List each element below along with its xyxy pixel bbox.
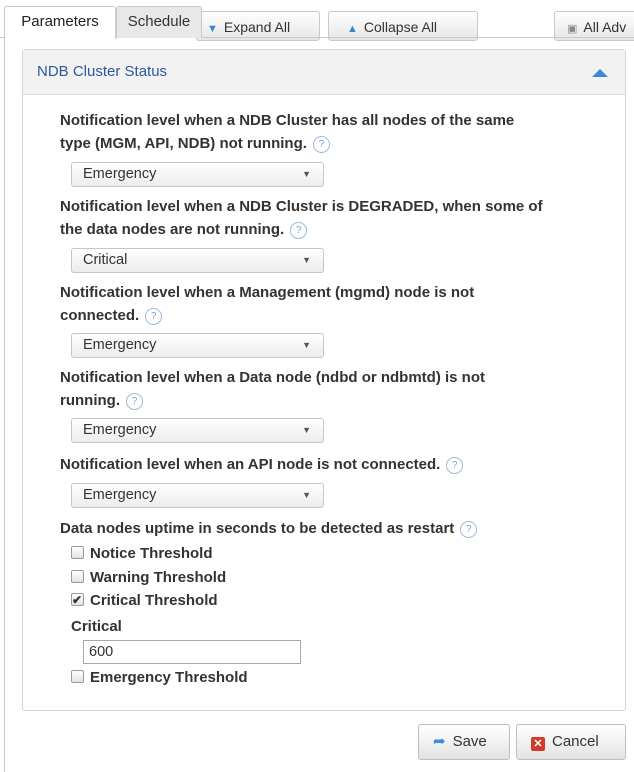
help-icon[interactable]: ? <box>312 135 330 153</box>
field-label-data-node: Notification level when a Data node (ndb… <box>60 369 486 410</box>
cancel-button[interactable]: ✕ Cancel <box>516 724 626 760</box>
help-icon[interactable]: ? <box>460 520 478 538</box>
tab-parameters[interactable]: Parameters <box>4 6 116 39</box>
expand-icon: ▼ <box>207 23 218 35</box>
collapse-all-icon: ▲ <box>347 23 358 35</box>
field-label-mgmd: Notification level when a Management (mg… <box>60 284 475 325</box>
help-icon[interactable]: ? <box>126 392 143 410</box>
chevron-down-icon: ▼ <box>302 340 311 350</box>
field-label-degraded: Notification level when a NDB Cluster is… <box>60 198 543 239</box>
emergency-threshold-checkbox[interactable] <box>71 670 84 683</box>
notice-threshold-checkbox[interactable] <box>71 546 84 559</box>
critical-value-input[interactable]: 600 <box>83 640 301 664</box>
notification-level-select-api-node[interactable]: Emergency ▼ <box>71 483 324 508</box>
lock-icon: ▣ <box>567 23 578 35</box>
chevron-down-icon: ▼ <box>302 169 311 179</box>
notification-level-select-data-node[interactable]: Emergency ▼ <box>71 418 324 443</box>
chevron-down-icon: ▼ <box>302 255 311 265</box>
notification-level-select-degraded[interactable]: Critical ▼ <box>71 248 324 273</box>
panel-title: NDB Cluster Status <box>37 63 168 80</box>
notification-level-select-mgmd[interactable]: Emergency ▼ <box>71 333 324 358</box>
save-icon: ➦ <box>433 733 446 750</box>
help-icon[interactable]: ? <box>446 456 464 474</box>
chevron-up-icon[interactable] <box>592 69 608 77</box>
field-label-all-nodes: Notification level when a NDB Cluster ha… <box>60 112 515 153</box>
chevron-down-icon: ▼ <box>302 425 311 435</box>
notification-level-select-all-nodes[interactable]: Emergency ▼ <box>71 162 324 187</box>
tab-schedule[interactable]: Schedule <box>116 6 202 38</box>
close-icon: ✕ <box>531 737 545 751</box>
help-icon[interactable]: ? <box>290 221 308 239</box>
uptime-label: Data nodes uptime in seconds to be detec… <box>60 517 600 540</box>
warning-threshold-option[interactable]: Warning Threshold <box>71 568 226 588</box>
critical-threshold-option[interactable]: Critical Threshold <box>71 590 218 611</box>
chevron-down-icon: ▼ <box>302 490 311 500</box>
emergency-threshold-option[interactable]: Emergency Threshold <box>71 668 248 688</box>
save-button[interactable]: ➦ Save <box>418 724 510 760</box>
panel-header[interactable]: NDB Cluster Status <box>23 50 625 95</box>
critical-value-label: Critical <box>71 618 122 635</box>
warning-threshold-checkbox[interactable] <box>71 570 84 583</box>
critical-threshold-checkbox[interactable] <box>71 590 84 610</box>
content-border <box>4 38 5 772</box>
notice-threshold-option[interactable]: Notice Threshold <box>71 544 213 564</box>
help-icon[interactable]: ? <box>145 307 163 325</box>
field-label-api-node: Notification level when an API node is n… <box>60 453 600 476</box>
